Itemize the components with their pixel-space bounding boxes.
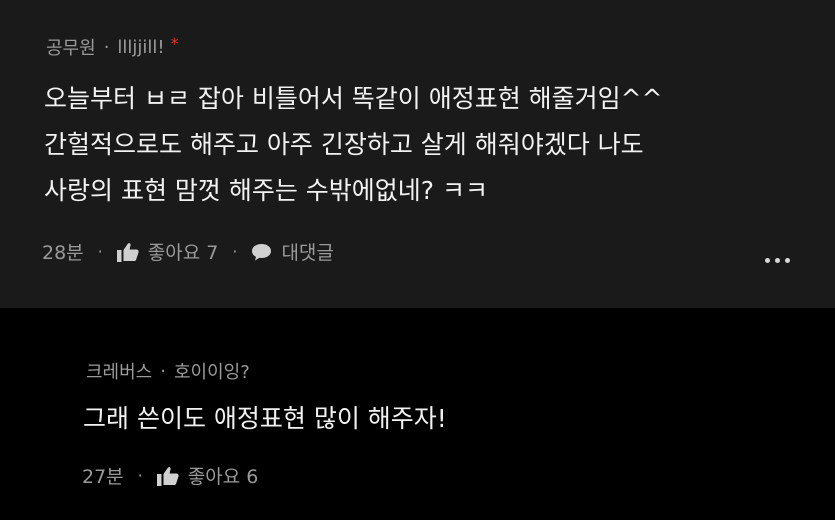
reply-header: 크레버스 · 호이이잉? [86,358,250,384]
dot [765,258,770,263]
reply-actions: 27분 · 좋아요 6 [82,462,258,489]
reply-button[interactable]: 대댓글 [251,238,334,265]
author-name[interactable]: 크레버스 [86,358,152,384]
comment-line: 간헐적으로도 해주고 아주 긴장하고 살게 해줘야겠다 나도 [44,130,644,159]
speech-bubble-icon [252,243,272,260]
more-dots-icon[interactable] [765,258,790,263]
like-button[interactable]: 좋아요 6 [156,462,259,489]
comment-line: 사랑의 표현 맘껏 해주는 수밖에없네? ㅋㅋ [44,176,489,205]
separator-dot: · [97,242,103,261]
comment-actions: 28분 · 좋아요 7 · 대댓글 [42,238,334,265]
like-label: 좋아요 7 [147,242,219,264]
thumbs-up-icon [116,242,139,262]
separator-dot: · [137,466,143,485]
author-badge: * [170,33,179,53]
separator-dot: · [232,242,238,261]
comment-line: 오늘부터 ㅂㄹ 잡아 비틀어서 똑같이 애정표현 해줄거임^^ [44,84,663,113]
thumbs-up-icon [156,466,179,486]
reply-body: 그래 쓴이도 애정표현 많이 해주자! [83,396,447,442]
like-button[interactable]: 좋아요 7 [116,238,219,265]
comment-card: 공무원 · llljjill! * 오늘부터 ㅂㄹ 잡아 비틀어서 똑같이 애정… [0,0,835,308]
like-label: 좋아요 6 [187,466,259,488]
reply-time: 27분 [82,466,124,488]
reply-label: 대댓글 [281,242,334,264]
reply-card: 크레버스 · 호이이잉? 그래 쓴이도 애정표현 많이 해주자! 27분 · 좋… [0,308,835,520]
reply-line: 그래 쓴이도 애정표현 많이 해주자! [83,404,447,433]
separator-dot: · [103,36,110,58]
comment-thread: 공무원 · llljjill! * 오늘부터 ㅂㄹ 잡아 비틀어서 똑같이 애정… [0,0,835,520]
comment-header: 공무원 · llljjill! * [46,34,179,60]
author-nickname[interactable]: 호이이잉? [174,358,250,384]
dot [775,258,780,263]
comment-body: 오늘부터 ㅂㄹ 잡아 비틀어서 똑같이 애정표현 해줄거임^^ 간헐적으로도 해… [44,76,663,214]
author-name[interactable]: 공무원 [46,34,96,60]
separator-dot: · [160,360,166,382]
dot [785,258,790,263]
comment-time: 28분 [42,242,84,264]
author-nickname[interactable]: llljjill! [117,37,164,58]
